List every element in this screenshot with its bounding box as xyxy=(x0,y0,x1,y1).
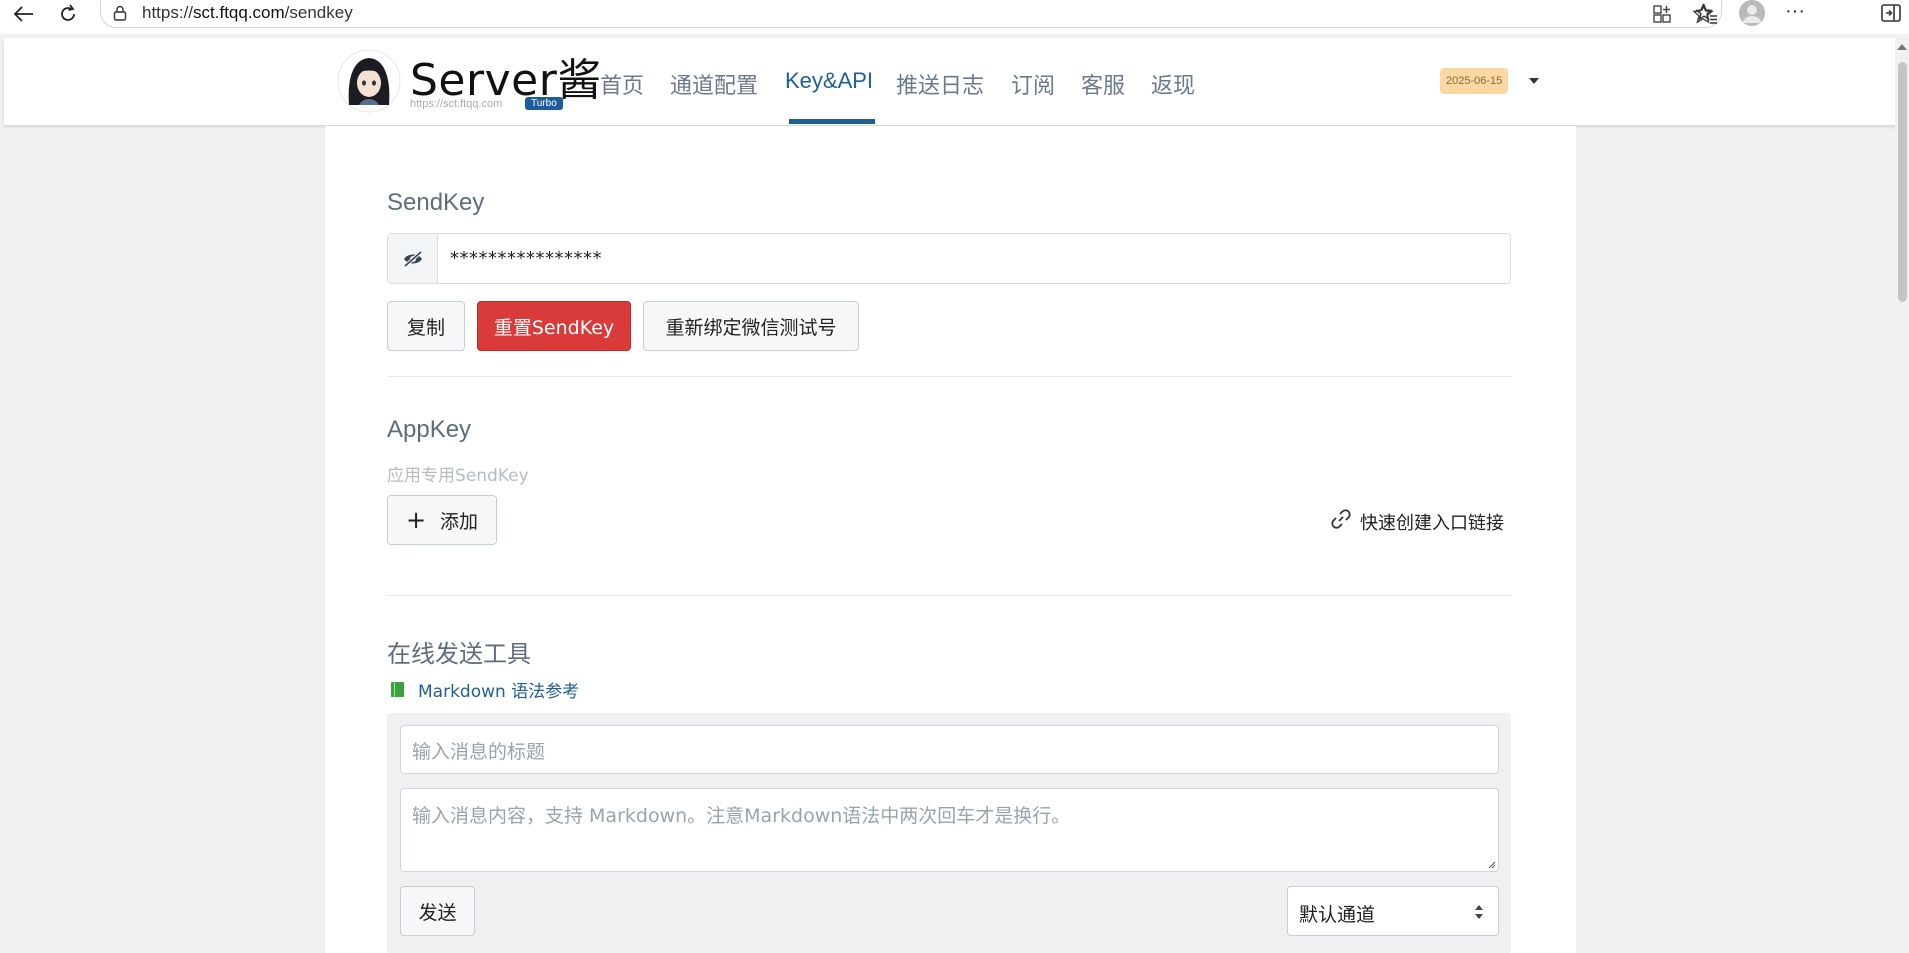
add-appkey-button[interactable]: + 添加 xyxy=(387,495,497,545)
nav-push-log[interactable]: 推送日志 xyxy=(896,68,984,100)
browser-toolbar: https://sct.ftqq.com/sendkey ··· xyxy=(0,0,1909,34)
add-label: 添加 xyxy=(440,510,479,533)
favorites-list-icon[interactable] xyxy=(1695,3,1719,30)
copy-button[interactable]: 复制 xyxy=(387,301,465,351)
main-card: SendKey **************** 复制 重置SendKey 重新… xyxy=(325,126,1576,953)
nav-cashback[interactable]: 返现 xyxy=(1151,68,1195,100)
resize-handle-icon xyxy=(1488,861,1496,869)
appkey-title: AppKey xyxy=(387,416,472,443)
site-header: Server酱 https://sct.ftqq.com Turbo 首页 通道… xyxy=(4,38,1897,125)
link-icon xyxy=(1330,508,1352,535)
online-tool-title: 在线发送工具 xyxy=(387,641,531,668)
reload-icon[interactable] xyxy=(54,0,82,28)
back-arrow-icon[interactable] xyxy=(10,0,38,28)
markdown-reference-link[interactable]: Markdown 语法参考 xyxy=(391,677,579,702)
brand-url: https://sct.ftqq.com xyxy=(410,98,503,110)
divider xyxy=(387,595,1511,596)
sidebar-toggle-icon[interactable] xyxy=(1880,3,1902,28)
divider xyxy=(387,376,1511,377)
content-placeholder: 输入消息内容，支持 Markdown。注意Markdown语法中两次回车才是换行… xyxy=(412,805,1071,827)
quick-create-link[interactable]: 快速创建入口链接 xyxy=(1330,508,1504,535)
toggle-visibility-button[interactable] xyxy=(388,234,438,283)
quick-create-label: 快速创建入口链接 xyxy=(1360,512,1504,534)
nav-channel-config[interactable]: 通道配置 xyxy=(670,68,758,100)
reset-sendkey-button[interactable]: 重置SendKey xyxy=(477,301,631,351)
markdown-link-label: Markdown 语法参考 xyxy=(418,682,580,702)
book-icon xyxy=(391,682,404,697)
plus-icon: + xyxy=(405,506,427,534)
app-grid-icon[interactable] xyxy=(1652,4,1672,29)
sendkey-title: SendKey xyxy=(387,189,485,216)
send-tool-panel: 输入消息的标题 输入消息内容，支持 Markdown。注意Markdown语法中… xyxy=(387,713,1511,953)
select-arrows-icon xyxy=(1475,905,1483,919)
nav-support[interactable]: 客服 xyxy=(1081,68,1125,100)
more-menu-icon[interactable]: ··· xyxy=(1785,0,1805,23)
sendkey-masked-value[interactable]: **************** xyxy=(450,248,602,269)
message-title-input[interactable]: 输入消息的标题 xyxy=(400,725,1499,774)
expiry-date-badge[interactable]: 2025-06-15 xyxy=(1440,68,1509,94)
message-content-textarea[interactable]: 输入消息内容，支持 Markdown。注意Markdown语法中两次回车才是换行… xyxy=(400,788,1499,872)
caret-down-icon[interactable] xyxy=(1529,78,1539,84)
nav-home[interactable]: 首页 xyxy=(600,68,644,100)
address-bar[interactable]: https://sct.ftqq.com/sendkey xyxy=(100,0,1722,28)
channel-select[interactable]: 默认通道 xyxy=(1287,886,1499,936)
turbo-badge: Turbo xyxy=(525,97,563,110)
send-button[interactable]: 发送 xyxy=(400,886,475,936)
nav-subscribe[interactable]: 订阅 xyxy=(1011,68,1055,100)
appkey-subtitle: 应用专用SendKey xyxy=(387,466,529,486)
sendkey-field: **************** xyxy=(387,233,1511,284)
scroll-up-icon[interactable] xyxy=(1897,44,1907,50)
channel-selected: 默认通道 xyxy=(1299,904,1376,926)
profile-avatar-icon[interactable] xyxy=(1737,0,1767,28)
logo-avatar[interactable] xyxy=(337,49,401,113)
scroll-thumb[interactable] xyxy=(1898,62,1907,302)
page-scrollbar[interactable] xyxy=(1895,38,1909,953)
url-text: https://sct.ftqq.com/sendkey xyxy=(142,3,353,22)
active-tab-indicator xyxy=(789,119,875,124)
nav-key-api[interactable]: Key&API xyxy=(785,68,873,94)
eye-slash-icon xyxy=(403,250,422,267)
lock-icon xyxy=(113,5,127,26)
rebind-wechat-button[interactable]: 重新绑定微信测试号 xyxy=(643,301,859,351)
